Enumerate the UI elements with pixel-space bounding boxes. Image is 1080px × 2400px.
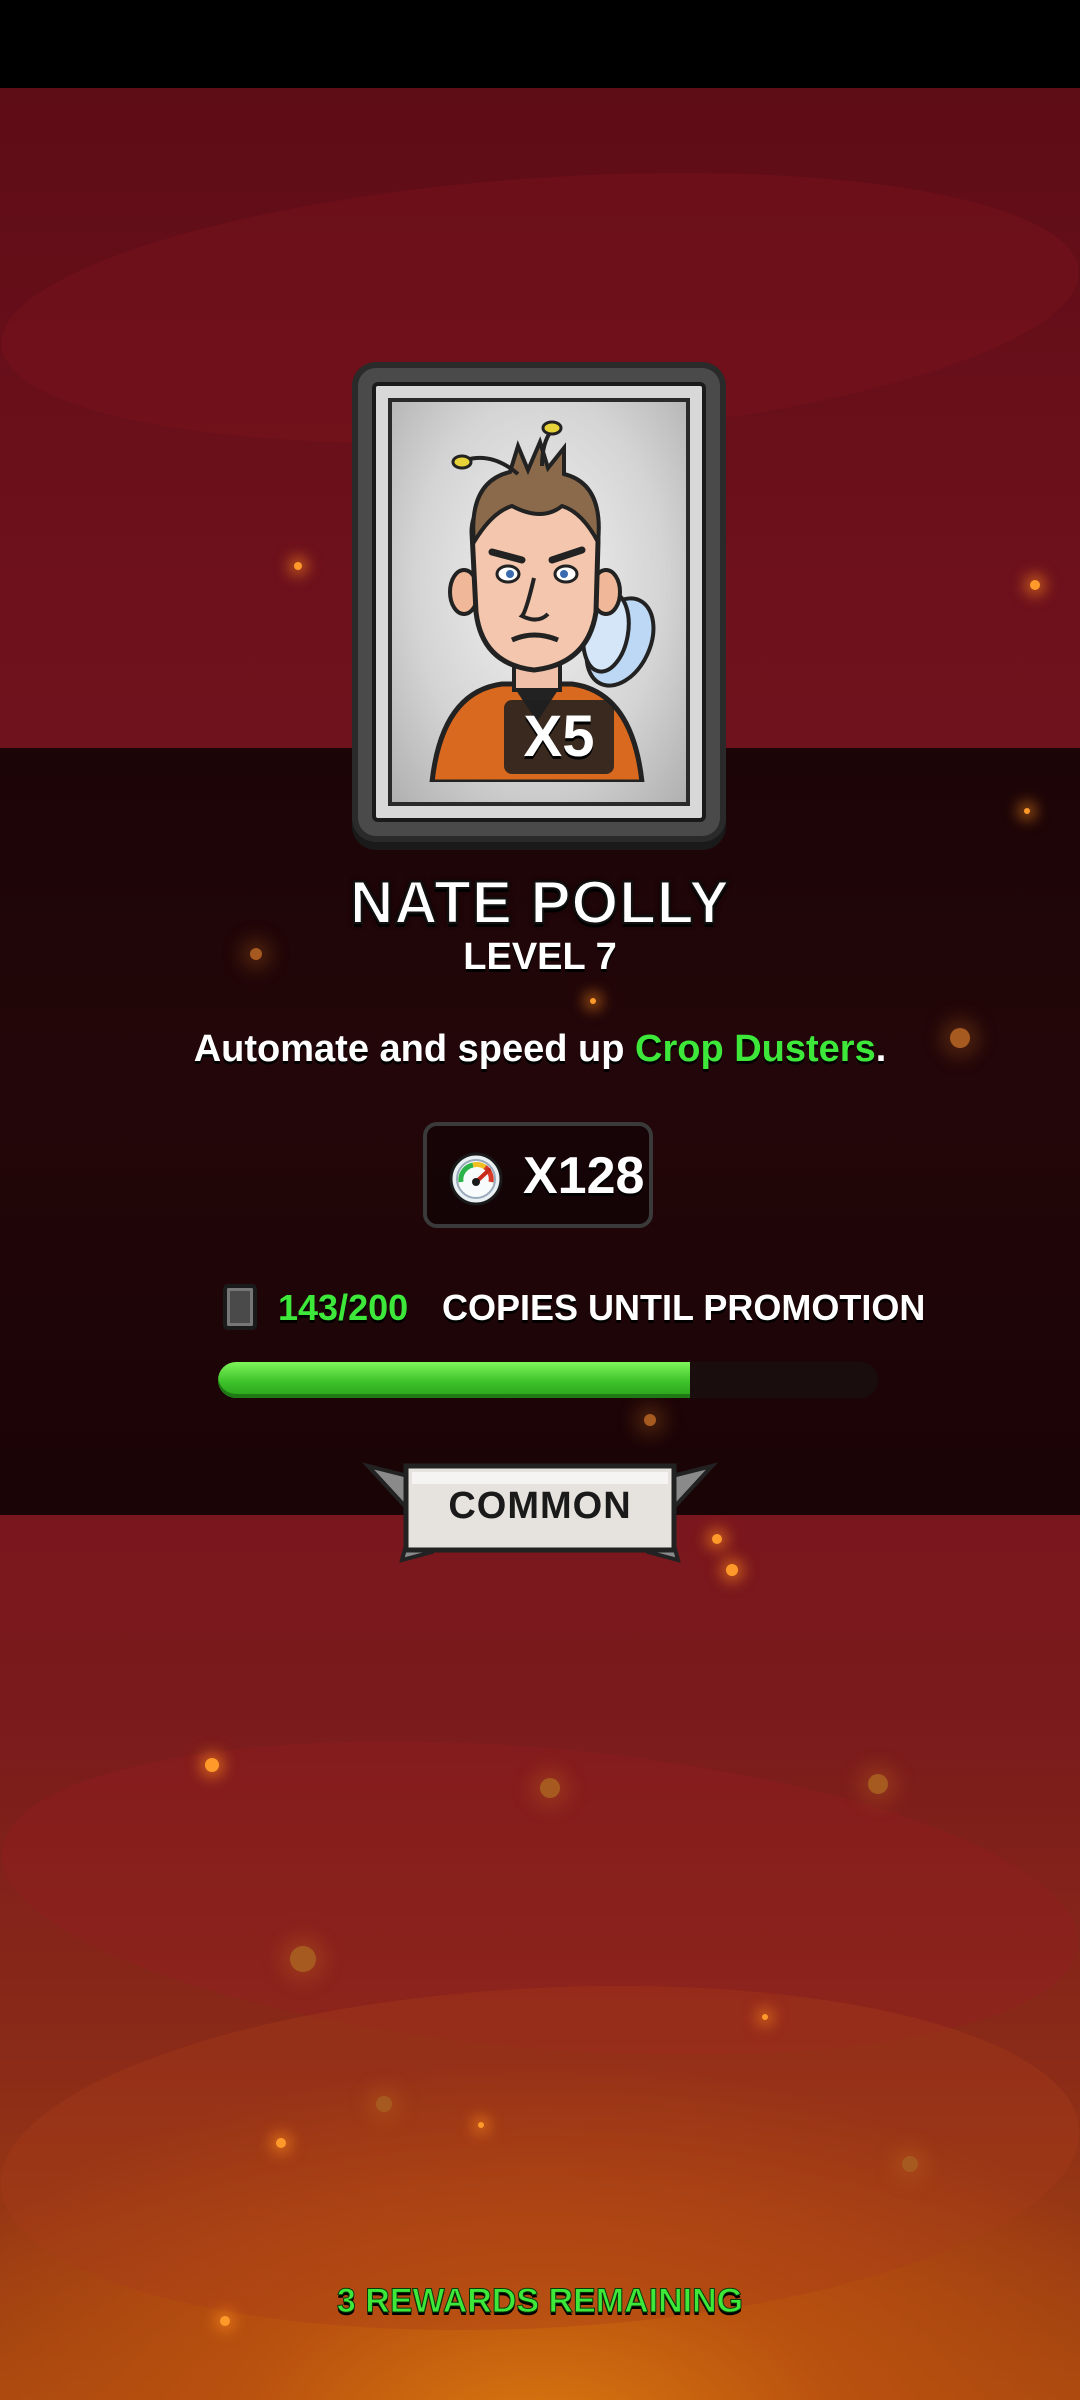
description-text: Automate and speed up (193, 1028, 635, 1070)
ember-spark (478, 2122, 484, 2128)
speed-boost-box: X128 (423, 1122, 653, 1228)
ember-spark (290, 1946, 316, 1972)
promotion-row: 143/200 COPIES UNTIL PROMOTION (0, 1282, 1080, 1342)
rewards-remaining[interactable]: 3 REWARDS REMAINING (0, 2282, 1080, 2321)
character-name: NATE POLLY (349, 868, 731, 937)
ember-spark (762, 2014, 768, 2020)
ember-spark (276, 2138, 286, 2148)
ember-spark (726, 1564, 738, 1576)
ability-description: Automate and speed up Crop Dusters. (0, 1028, 1080, 1071)
rarity-label: COMMON (448, 1485, 632, 1527)
description-suffix: . (875, 1028, 887, 1070)
ember-spark (868, 1774, 888, 1794)
rarity-ribbon: COMMON (362, 1456, 718, 1566)
ember-spark (590, 998, 596, 1004)
promotion-progress-fill (218, 1362, 690, 1398)
ember-spark (205, 1758, 219, 1772)
ember-spark (376, 2096, 392, 2112)
copies-count: 143/200 (278, 1287, 409, 1328)
speedometer-icon (449, 1152, 503, 1206)
card-multiplier-badge: X5 (504, 700, 614, 774)
ember-spark (644, 1414, 656, 1426)
copies-label: COPIES UNTIL PROMOTION (442, 1287, 926, 1328)
promotion-progress-bar (218, 1362, 878, 1398)
bee-character-portrait: X5 (388, 398, 690, 806)
card-frame: X5 (372, 382, 706, 822)
character-level: LEVEL 7 (463, 936, 617, 978)
ember-spark (540, 1778, 560, 1798)
description-highlight: Crop Dusters (635, 1028, 876, 1070)
ember-spark (1024, 808, 1030, 814)
card-copy-icon (223, 1284, 257, 1330)
ember-spark (902, 2156, 918, 2172)
ember-spark (294, 562, 302, 570)
ember-spark (1030, 580, 1040, 590)
character-card[interactable]: X5 (358, 368, 720, 836)
speed-boost-value: X128 (523, 1147, 645, 1205)
